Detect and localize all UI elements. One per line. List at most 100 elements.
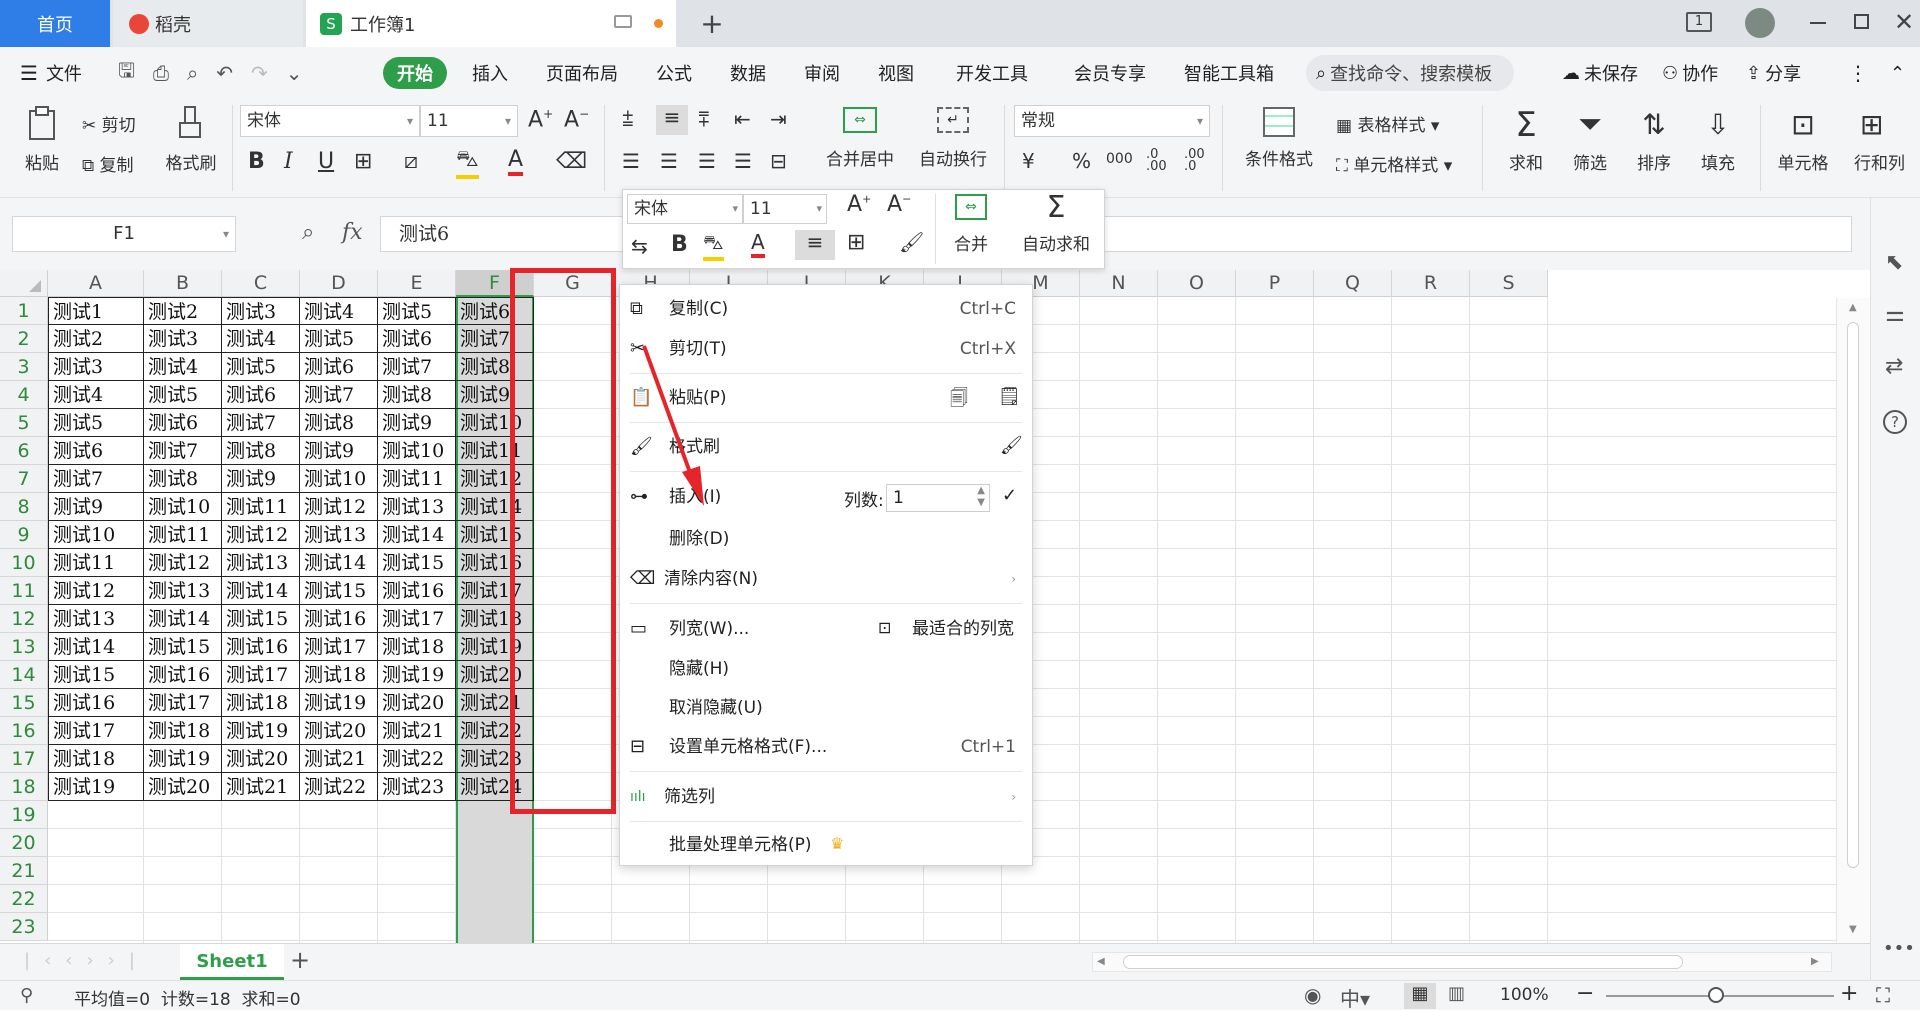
column-header-b[interactable]: B xyxy=(144,270,222,297)
scroll-left-icon[interactable]: ◀ xyxy=(1097,956,1105,967)
cell-e2[interactable]: 测试6 xyxy=(378,325,456,353)
add-sheet-button[interactable]: + xyxy=(290,946,310,974)
align-top-icon[interactable]: ⩲ xyxy=(622,107,634,131)
menu-review[interactable]: 审阅 xyxy=(804,47,840,99)
cell-e11[interactable]: 测试16 xyxy=(378,577,456,605)
cell-b4[interactable]: 测试5 xyxy=(144,381,222,409)
cell-b14[interactable]: 测试16 xyxy=(144,661,222,689)
column-header-e[interactable]: E xyxy=(378,270,456,297)
cell-e14[interactable]: 测试19 xyxy=(378,661,456,689)
mini-size-select[interactable]: 11 ▾ xyxy=(743,194,827,224)
eye-protect-icon[interactable]: ◉ xyxy=(1304,983,1321,1007)
filter-button[interactable]: ⏷ 筛选 xyxy=(1560,105,1620,174)
distribute-icon[interactable]: ⊟ xyxy=(770,149,787,173)
collab-button[interactable]: ⚇ 协作 xyxy=(1662,47,1718,99)
row-header-10[interactable]: 10 xyxy=(0,549,48,577)
cell-e3[interactable]: 测试7 xyxy=(378,353,456,381)
mini-font-select[interactable]: 宋体 ▾ xyxy=(627,194,743,224)
cell-c9[interactable]: 测试12 xyxy=(222,521,300,549)
cell-d1[interactable]: 测试4 xyxy=(300,297,378,325)
decrease-decimal-icon[interactable]: .00.0 xyxy=(1184,148,1205,173)
tab-workbook[interactable]: S 工作簿1 xyxy=(306,0,676,47)
cell-b9[interactable]: 测试11 xyxy=(144,521,222,549)
mini-bold-icon[interactable]: B xyxy=(671,232,688,257)
cell-e5[interactable]: 测试9 xyxy=(378,409,456,437)
cell-d7[interactable]: 测试10 xyxy=(300,465,378,493)
percent-icon[interactable]: % xyxy=(1072,149,1091,173)
cell-a9[interactable]: 测试10 xyxy=(48,521,144,549)
cell-style-button[interactable]: ⛶ 单元格样式 ▾ xyxy=(1336,151,1452,176)
scroll-up-icon[interactable]: ▲ xyxy=(1849,302,1857,313)
row-header-3[interactable]: 3 xyxy=(0,353,48,381)
cell-e6[interactable]: 测试10 xyxy=(378,437,456,465)
cell-b15[interactable]: 测试17 xyxy=(144,689,222,717)
cell-a15[interactable]: 测试16 xyxy=(48,689,144,717)
number-format-select[interactable]: 常规 ▾ xyxy=(1014,105,1210,137)
print-icon[interactable]: ⎙ xyxy=(153,61,169,85)
cut-button[interactable]: ✂ 剪切 xyxy=(82,111,136,136)
cell-d3[interactable]: 测试6 xyxy=(300,353,378,381)
cell-c11[interactable]: 测试14 xyxy=(222,577,300,605)
zoom-out-icon[interactable]: − xyxy=(1576,981,1594,1006)
cell-d18[interactable]: 测试22 xyxy=(300,773,378,801)
print-preview-icon[interactable]: ⌕ xyxy=(187,61,198,85)
row-header-16[interactable]: 16 xyxy=(0,717,48,745)
thousands-icon[interactable]: 000 xyxy=(1106,151,1133,167)
cell-e9[interactable]: 测试14 xyxy=(378,521,456,549)
cell-b8[interactable]: 测试10 xyxy=(144,493,222,521)
cell-e16[interactable]: 测试21 xyxy=(378,717,456,745)
format-painter-button[interactable]: 格式刷 xyxy=(160,105,222,187)
cell-d10[interactable]: 测试14 xyxy=(300,549,378,577)
best-fit-button[interactable]: 最适合的列宽 xyxy=(912,609,1014,649)
page-count-icon[interactable]: 1 xyxy=(1686,12,1712,32)
row-header-15[interactable]: 15 xyxy=(0,689,48,717)
cell-d6[interactable]: 测试9 xyxy=(300,437,378,465)
column-header-o[interactable]: O xyxy=(1158,270,1236,297)
indent-decrease-icon[interactable]: ⇤ xyxy=(734,107,751,131)
cell-c16[interactable]: 测试19 xyxy=(222,717,300,745)
row-header-21[interactable]: 21 xyxy=(0,857,48,885)
cell-e13[interactable]: 测试18 xyxy=(378,633,456,661)
row-header-4[interactable]: 4 xyxy=(0,381,48,409)
menu-item-copy[interactable]: ⧉ 复制(C) Ctrl+C xyxy=(620,289,1032,329)
cell-a18[interactable]: 测试19 xyxy=(48,773,144,801)
row-header-1[interactable]: 1 xyxy=(0,297,48,325)
column-header-p[interactable]: P xyxy=(1236,270,1314,297)
column-header-s[interactable]: S xyxy=(1470,270,1548,297)
fill-color-icon[interactable]: ⛍ xyxy=(456,147,479,179)
border-icon[interactable]: ⊞ xyxy=(354,149,372,174)
confirm-check-icon[interactable]: ✓ xyxy=(1002,485,1017,506)
cell-d4[interactable]: 测试7 xyxy=(300,381,378,409)
more-menu-icon[interactable]: ⋮ xyxy=(1848,47,1868,99)
cell-b7[interactable]: 测试8 xyxy=(144,465,222,493)
scroll-thumb[interactable] xyxy=(1847,322,1859,868)
copy-button[interactable]: ⧉ 复制 xyxy=(82,151,134,176)
format-painter-lock-icon[interactable]: 🖌 xyxy=(1000,435,1023,456)
menu-member[interactable]: 会员专享 xyxy=(1074,47,1146,99)
merge-center-button[interactable]: ⇔ 合并居中 xyxy=(812,105,908,189)
zoom-level[interactable]: 100% xyxy=(1500,985,1549,1005)
cell-d15[interactable]: 测试19 xyxy=(300,689,378,717)
menu-item-hide[interactable]: 隐藏(H) xyxy=(620,649,1032,689)
cell-d17[interactable]: 测试21 xyxy=(300,745,378,773)
fill-button[interactable]: ⇩ 填充 xyxy=(1688,105,1748,174)
cell-b17[interactable]: 测试19 xyxy=(144,745,222,773)
cell-b1[interactable]: 测试2 xyxy=(144,297,222,325)
cell-c13[interactable]: 测试16 xyxy=(222,633,300,661)
row-header-5[interactable]: 5 xyxy=(0,409,48,437)
cell-b6[interactable]: 测试7 xyxy=(144,437,222,465)
row-header-9[interactable]: 9 xyxy=(0,521,48,549)
sheet-nav-arrows[interactable]: |‹‹››| xyxy=(24,950,149,971)
currency-icon[interactable]: ¥ xyxy=(1022,149,1035,173)
sum-button[interactable]: Σ 求和 xyxy=(1496,105,1556,174)
col-count-input[interactable]: 1 ▲ ▼ xyxy=(886,484,990,512)
menu-item-col-width[interactable]: ▭ 列宽(W)... ⊡ 最适合的列宽 xyxy=(620,609,1032,649)
cell-c12[interactable]: 测试15 xyxy=(222,605,300,633)
menu-item-filter-column[interactable]: ıılı 筛选列 › xyxy=(620,777,1032,817)
cell-a4[interactable]: 测试4 xyxy=(48,381,144,409)
column-header-a[interactable]: A xyxy=(48,270,144,297)
row-header-18[interactable]: 18 xyxy=(0,773,48,801)
cell-a12[interactable]: 测试13 xyxy=(48,605,144,633)
mini-align-icon[interactable]: ≡ xyxy=(795,230,835,260)
column-header-q[interactable]: Q xyxy=(1314,270,1392,297)
